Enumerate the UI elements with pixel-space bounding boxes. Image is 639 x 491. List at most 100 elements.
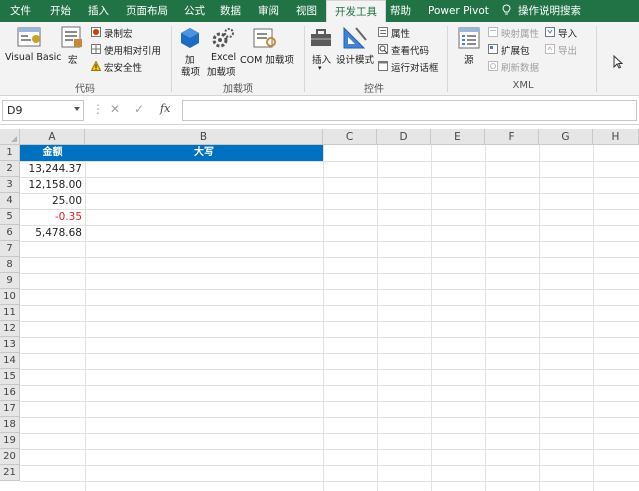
row-header[interactable]: 5 <box>0 209 20 225</box>
relative-reference-icon <box>91 44 101 54</box>
tab-page-layout[interactable]: 页面布局 <box>126 0 168 22</box>
add-ins-icon[interactable] <box>179 27 201 49</box>
macro-security-button[interactable]: 宏安全性 <box>104 60 142 74</box>
run-dialog-button[interactable]: 运行对话框 <box>391 60 439 74</box>
row-header[interactable]: 6 <box>0 225 20 241</box>
tab-help[interactable]: 帮助 <box>390 0 411 22</box>
column-header-b[interactable]: B <box>85 129 323 145</box>
row-header[interactable]: 1 <box>0 145 20 161</box>
row-header[interactable]: 19 <box>0 433 20 449</box>
row-header[interactable]: 15 <box>0 369 20 385</box>
refresh-data-icon <box>488 61 498 71</box>
group-divider <box>304 26 305 92</box>
group-divider <box>447 26 448 92</box>
map-properties-button[interactable]: 映射属性 <box>501 26 539 40</box>
insert-function-button[interactable]: fx <box>160 102 170 115</box>
select-all-button[interactable] <box>0 129 20 145</box>
column-header-a[interactable]: A <box>20 129 85 145</box>
cell-a3[interactable]: 12,158.00 <box>20 177 85 193</box>
gridline <box>20 161 639 162</box>
row-header[interactable]: 4 <box>0 193 20 209</box>
row-header[interactable]: 10 <box>0 289 20 305</box>
gridline <box>20 449 639 450</box>
column-header-h[interactable]: H <box>593 129 639 145</box>
row-header[interactable]: 17 <box>0 401 20 417</box>
row-header[interactable]: 13 <box>0 337 20 353</box>
column-header-g[interactable]: G <box>539 129 593 145</box>
column-header-f[interactable]: F <box>485 129 539 145</box>
visual-basic-button[interactable]: Visual Basic <box>5 52 62 63</box>
com-add-ins-button[interactable]: COM 加载项 <box>240 52 294 66</box>
tab-home[interactable]: 开始 <box>50 0 71 22</box>
macros-button[interactable]: 宏 <box>68 52 78 66</box>
column-header-e[interactable]: E <box>431 129 485 145</box>
gridline <box>20 177 639 178</box>
tab-power-pivot[interactable]: Power Pivot <box>428 0 489 22</box>
design-mode-button[interactable]: 设计模式 <box>336 52 374 66</box>
import-button[interactable]: 导入 <box>558 26 577 40</box>
run-dialog-icon <box>378 61 388 71</box>
column-header-c[interactable]: C <box>323 129 377 145</box>
properties-button[interactable]: 属性 <box>391 26 410 40</box>
export-icon <box>545 44 555 54</box>
record-macro-button[interactable]: 录制宏 <box>104 26 133 40</box>
row-header[interactable]: 7 <box>0 241 20 257</box>
cell-a2[interactable]: 13,244.37 <box>20 161 85 177</box>
row-header[interactable]: 11 <box>0 305 20 321</box>
row-header[interactable]: 21 <box>0 465 20 481</box>
visual-basic-icon[interactable] <box>17 25 43 49</box>
row-header[interactable]: 8 <box>0 257 20 273</box>
excel-add-ins-gear-icon[interactable] <box>211 27 235 49</box>
gridline <box>20 401 639 402</box>
use-relative-references-button[interactable]: 使用相对引用 <box>104 43 161 57</box>
view-code-button[interactable]: 查看代码 <box>391 43 429 57</box>
cancel-icon[interactable]: ✕ <box>110 102 120 116</box>
row-header[interactable]: 9 <box>0 273 20 289</box>
cell-a6[interactable]: 5,478.68 <box>20 225 85 241</box>
controls-group-label: 控件 <box>364 84 384 95</box>
row-header[interactable]: 12 <box>0 321 20 337</box>
cell-a1-header[interactable]: 金额 <box>20 145 85 161</box>
row-header[interactable]: 2 <box>0 161 20 177</box>
map-properties-icon <box>488 27 498 37</box>
row-header[interactable]: 3 <box>0 177 20 193</box>
tab-data[interactable]: 数据 <box>220 0 241 22</box>
gridline <box>323 145 324 491</box>
tab-file[interactable]: 文件 <box>10 0 31 22</box>
cell-a5[interactable]: -0.35 <box>20 209 85 225</box>
tab-tell-me-search[interactable]: 操作说明搜索 <box>518 0 581 22</box>
tab-view[interactable]: 视图 <box>296 0 317 22</box>
cell-a4[interactable]: 25.00 <box>20 193 85 209</box>
column-header-d[interactable]: D <box>377 129 431 145</box>
gridline <box>377 145 378 491</box>
chevron-down-icon[interactable] <box>74 107 80 111</box>
row-header[interactable]: 14 <box>0 353 20 369</box>
tab-review[interactable]: 审阅 <box>258 0 279 22</box>
check-icon[interactable]: ✓ <box>134 102 144 116</box>
cell-b1-header[interactable]: 大写 <box>85 145 323 161</box>
design-mode-icon[interactable] <box>342 26 368 50</box>
tab-developer[interactable]: 开发工具 <box>326 0 386 23</box>
expansion-packs-button[interactable]: 扩展包 <box>501 43 530 57</box>
gridline <box>20 481 639 482</box>
row-header[interactable]: 16 <box>0 385 20 401</box>
xml-source-button[interactable]: 源 <box>464 52 474 66</box>
excel-add-ins-button[interactable]: Excel <box>211 52 236 63</box>
tab-formulas[interactable]: 公式 <box>184 0 205 22</box>
name-box[interactable]: D9 <box>2 100 84 121</box>
gridline <box>539 145 540 491</box>
com-add-ins-icon[interactable] <box>253 27 277 49</box>
xml-source-icon[interactable] <box>458 27 480 49</box>
export-button[interactable]: 导出 <box>558 43 577 57</box>
row-header[interactable]: 20 <box>0 449 20 465</box>
expansion-packs-icon <box>488 44 498 54</box>
row-header[interactable]: 18 <box>0 417 20 433</box>
macros-icon[interactable] <box>60 25 84 49</box>
select-all-triangle-icon <box>11 136 17 142</box>
worksheet-grid[interactable]: A B C D E F G H 1 2 3 4 5 6 7 8 9 10 11 … <box>0 129 639 491</box>
lightbulb-icon <box>502 4 511 15</box>
toolbox-icon[interactable] <box>310 28 334 48</box>
tab-insert[interactable]: 插入 <box>88 0 109 22</box>
formula-input[interactable] <box>182 100 637 121</box>
refresh-data-button[interactable]: 刷新数据 <box>501 60 539 74</box>
